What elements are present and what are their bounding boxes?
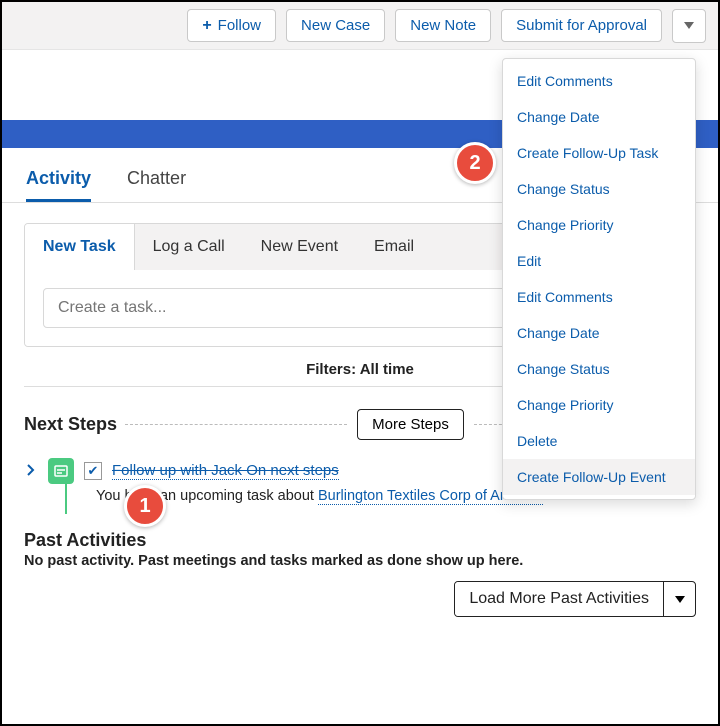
submit-approval-button[interactable]: Submit for Approval xyxy=(501,9,662,42)
load-more-wrap: Load More Past Activities xyxy=(24,581,696,617)
dashed-line xyxy=(125,424,347,425)
load-more-group: Load More Past Activities xyxy=(454,581,696,617)
row-actions-menu: Edit CommentsChange DateCreate Follow-Up… xyxy=(502,58,696,500)
past-activities-empty: No past activity. Past meetings and task… xyxy=(24,553,696,569)
menu-item[interactable]: Edit Comments xyxy=(503,279,695,315)
menu-item[interactable]: Delete xyxy=(503,423,695,459)
menu-item[interactable]: Edit xyxy=(503,243,695,279)
follow-label: Follow xyxy=(218,17,261,34)
expand-icon[interactable] xyxy=(24,463,38,479)
menu-item[interactable]: Create Follow-Up Task xyxy=(503,135,695,171)
task-icon xyxy=(48,458,74,484)
tab-chatter[interactable]: Chatter xyxy=(127,154,186,202)
plus-icon: + xyxy=(202,18,211,34)
composer-tab-log-call[interactable]: Log a Call xyxy=(135,224,243,270)
menu-item[interactable]: Change Date xyxy=(503,315,695,351)
menu-item[interactable]: Change Status xyxy=(503,171,695,207)
more-steps-button[interactable]: More Steps xyxy=(357,409,464,440)
menu-item[interactable]: Change Priority xyxy=(503,387,695,423)
task-subject-link[interactable]: Follow up with Jack On next steps xyxy=(112,462,339,480)
record-panel: + Follow New Case New Note Submit for Ap… xyxy=(0,0,720,726)
load-more-menu-button[interactable] xyxy=(663,582,695,616)
new-note-button[interactable]: New Note xyxy=(395,9,491,42)
more-actions-button[interactable] xyxy=(672,9,706,43)
menu-item[interactable]: Change Priority xyxy=(503,207,695,243)
menu-item[interactable]: Change Status xyxy=(503,351,695,387)
follow-button[interactable]: + Follow xyxy=(187,9,276,42)
composer-tab-email[interactable]: Email xyxy=(356,224,432,270)
new-case-button[interactable]: New Case xyxy=(286,9,385,42)
callout-badge-1: 1 xyxy=(124,485,166,527)
chevron-down-icon xyxy=(684,22,694,29)
menu-item[interactable]: Create Follow-Up Event xyxy=(503,459,695,495)
load-more-button[interactable]: Load More Past Activities xyxy=(455,582,663,616)
tab-activity[interactable]: Activity xyxy=(26,154,91,202)
past-activities-title: Past Activities xyxy=(24,530,696,551)
composer-tab-new-task[interactable]: New Task xyxy=(25,224,135,270)
action-bar: + Follow New Case New Note Submit for Ap… xyxy=(2,2,718,50)
next-steps-title: Next Steps xyxy=(24,414,117,435)
composer-tab-new-event[interactable]: New Event xyxy=(243,224,356,270)
menu-item[interactable]: Change Date xyxy=(503,99,695,135)
menu-item[interactable]: Edit Comments xyxy=(503,63,695,99)
task-checkbox[interactable]: ✔ xyxy=(84,462,102,480)
callout-badge-2: 2 xyxy=(454,142,496,184)
chevron-down-icon xyxy=(675,596,685,603)
